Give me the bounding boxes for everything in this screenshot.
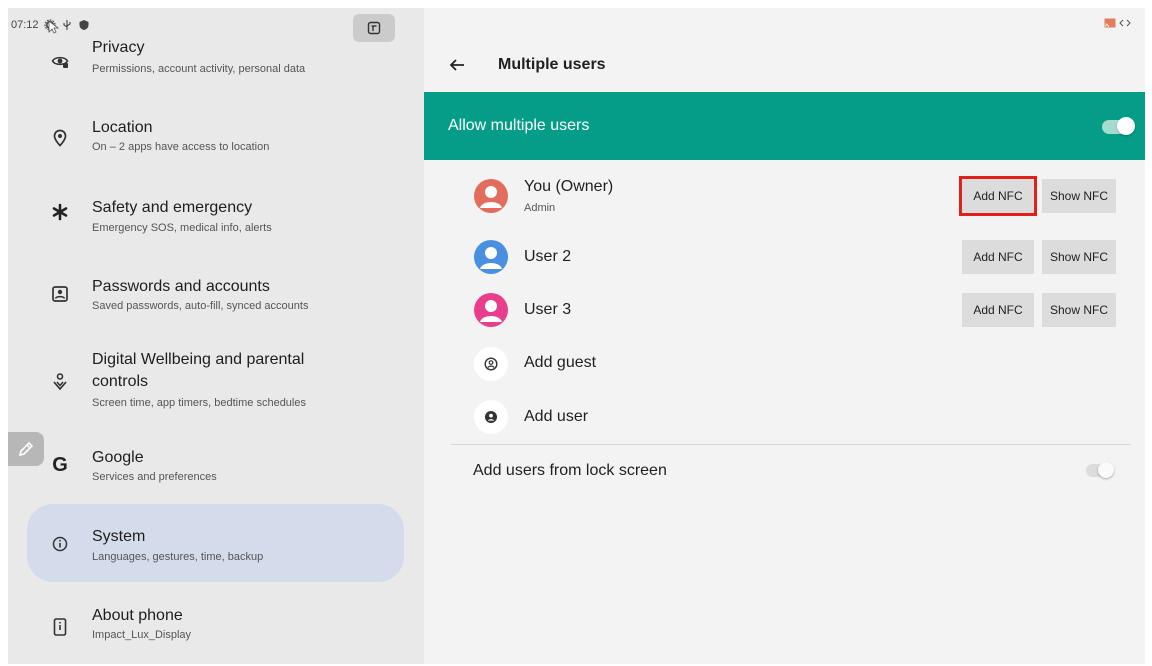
user-avatar-icon xyxy=(474,179,508,213)
settings-item-title-line2: controls xyxy=(92,373,149,390)
settings-pane: 07:12 Privacy Permissions, account activ… xyxy=(8,8,424,664)
add-nfc-button[interactable]: Add NFC xyxy=(959,176,1037,216)
add-guest-row[interactable]: Add guest xyxy=(424,341,1145,387)
settings-item-location[interactable]: Location On – 2 apps have access to loca… xyxy=(8,88,408,168)
settings-item-subtitle: Permissions, account activity, personal … xyxy=(92,63,306,75)
settings-item-subtitle: On – 2 apps have access to location xyxy=(92,141,270,153)
settings-item-subtitle: Emergency SOS, medical info, alerts xyxy=(92,222,272,234)
add-user-icon xyxy=(474,400,508,434)
user-avatar-icon xyxy=(474,240,508,274)
allow-multiple-users-banner[interactable]: Allow multiple users xyxy=(424,92,1145,160)
allow-multiple-users-label: Allow multiple users xyxy=(448,117,590,134)
add-user-label: Add user xyxy=(524,408,589,425)
user-name: User 3 xyxy=(524,301,572,318)
settings-item-title: System xyxy=(92,528,146,545)
lock-screen-users-label: Add users from lock screen xyxy=(473,462,667,479)
settings-item-safety[interactable]: Safety and emergency Emergency SOS, medi… xyxy=(8,168,408,248)
settings-item-title: About phone xyxy=(92,607,183,624)
lock-screen-users-toggle[interactable] xyxy=(1086,462,1114,478)
user-row-user3[interactable]: User 3 Add NFC Show NFC xyxy=(424,285,1145,335)
user-avatar-icon xyxy=(474,293,508,327)
pencil-icon xyxy=(18,441,34,457)
settings-item-subtitle: Impact_Lux_Display xyxy=(92,629,192,641)
page-title: Multiple users xyxy=(498,56,606,73)
detail-pane: Multiple users Allow multiple users You … xyxy=(424,8,1145,664)
toggle-knob xyxy=(1098,462,1114,478)
user-name: You (Owner) xyxy=(524,178,614,195)
show-nfc-button[interactable]: Show NFC xyxy=(1042,179,1116,213)
account-box-icon xyxy=(50,284,70,304)
settings-item-title: Privacy xyxy=(92,39,145,56)
settings-item-google[interactable]: G Google Services and preferences xyxy=(8,428,408,508)
user-role: Admin xyxy=(524,202,556,214)
edit-floating-button[interactable] xyxy=(8,432,44,466)
phone-icon xyxy=(50,617,70,637)
settings-item-title-line1: Digital Wellbeing and parental xyxy=(92,351,305,368)
add-nfc-button[interactable]: Add NFC xyxy=(962,293,1034,327)
settings-item-about[interactable]: About phone Impact_Lux_Display xyxy=(8,588,408,664)
settings-item-subtitle: Languages, gestures, time, backup xyxy=(92,551,264,563)
show-nfc-button[interactable]: Show NFC xyxy=(1042,293,1116,327)
divider xyxy=(451,444,1131,445)
toggle-knob xyxy=(1117,117,1135,135)
asterisk-icon xyxy=(50,202,70,222)
user-name: User 2 xyxy=(524,248,572,265)
back-arrow-icon xyxy=(449,59,464,71)
back-button[interactable] xyxy=(448,52,468,78)
settings-item-system[interactable]: System Languages, gestures, time, backup xyxy=(8,508,408,588)
google-g-icon: G xyxy=(52,453,68,476)
wellbeing-icon xyxy=(50,372,70,392)
settings-item-privacy[interactable]: Privacy Permissions, account activity, p… xyxy=(8,8,408,88)
settings-item-title: Google xyxy=(92,449,144,466)
cast-indicator xyxy=(1104,18,1131,28)
settings-item-title: Passwords and accounts xyxy=(92,278,270,295)
show-nfc-button[interactable]: Show NFC xyxy=(1042,240,1116,274)
screen: 07:12 Privacy Permissions, account activ… xyxy=(8,8,1145,664)
location-pin-icon xyxy=(50,128,70,148)
user-row-user2[interactable]: User 2 Add NFC Show NFC xyxy=(424,232,1145,282)
privacy-eye-icon xyxy=(50,51,70,71)
code-arrows-icon xyxy=(1119,19,1131,27)
guest-icon xyxy=(474,347,508,381)
settings-item-wellbeing[interactable]: Digital Wellbeing and parental controls … xyxy=(8,328,408,428)
info-icon xyxy=(50,534,70,554)
cast-icon xyxy=(1104,18,1116,28)
settings-item-subtitle: Screen time, app timers, bedtime schedul… xyxy=(92,397,306,409)
add-user-row[interactable]: Add user xyxy=(424,395,1145,441)
add-nfc-button[interactable]: Add NFC xyxy=(962,240,1034,274)
settings-item-title: Safety and emergency xyxy=(92,199,253,216)
settings-item-subtitle: Saved passwords, auto-fill, synced accou… xyxy=(92,300,309,312)
add-guest-label: Add guest xyxy=(524,354,597,371)
settings-item-passwords[interactable]: Passwords and accounts Saved passwords, … xyxy=(8,248,408,328)
settings-item-title: Location xyxy=(92,119,153,136)
allow-multiple-users-toggle[interactable] xyxy=(1102,117,1135,135)
settings-item-subtitle: Services and preferences xyxy=(92,471,217,483)
user-row-owner[interactable]: You (Owner) Admin Add NFC Show NFC xyxy=(424,171,1145,221)
